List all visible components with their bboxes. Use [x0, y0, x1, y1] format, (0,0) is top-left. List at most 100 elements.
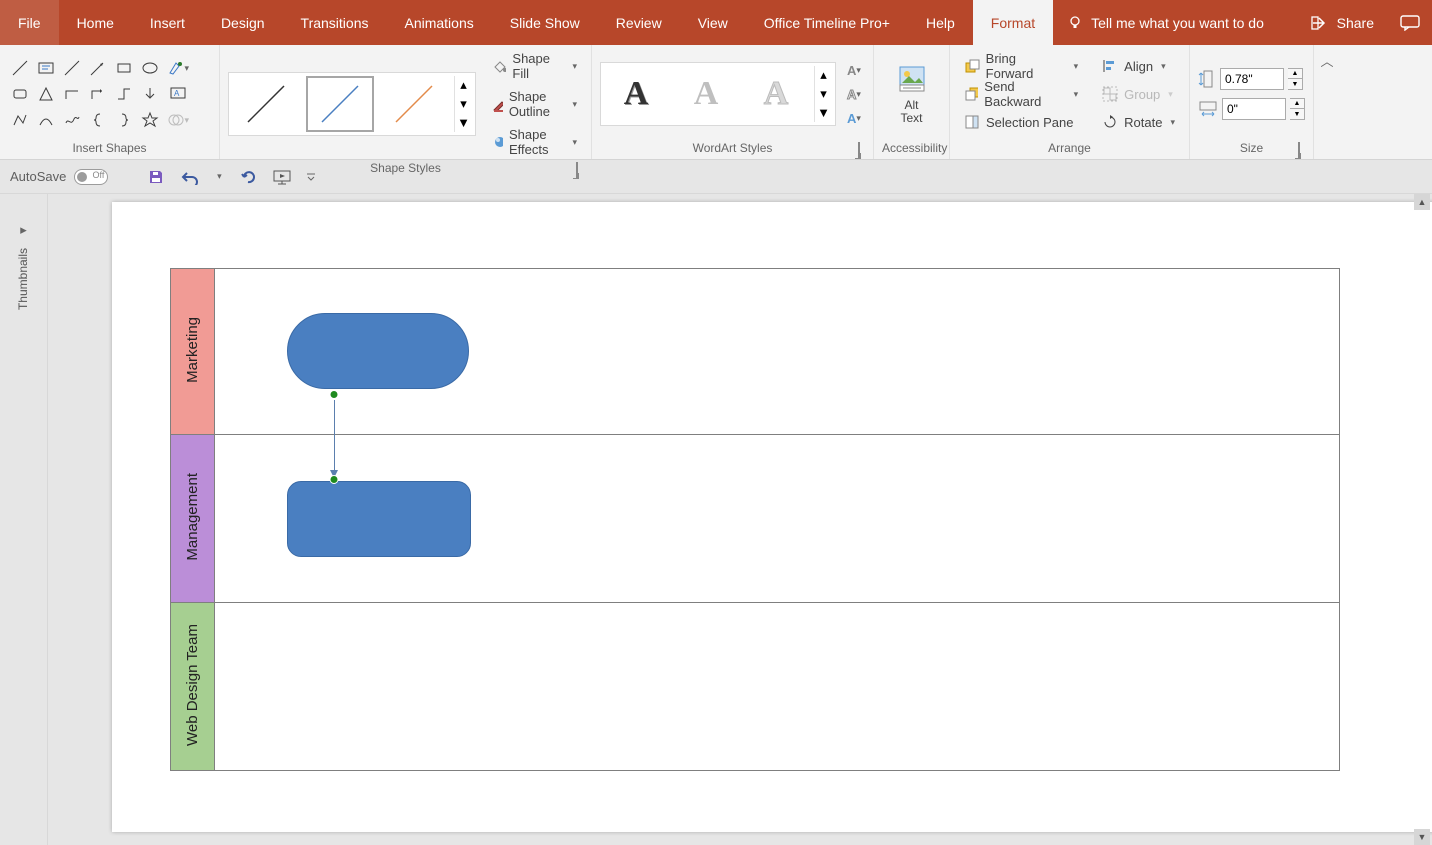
swimlane-row-webdesign[interactable]: Web Design Team [171, 603, 1340, 771]
tab-help[interactable]: Help [908, 0, 973, 45]
gallery-scroll-up-icon[interactable]: ▴ [455, 76, 472, 95]
tab-office-timeline[interactable]: Office Timeline Pro+ [746, 0, 908, 45]
wordart-expand-icon[interactable]: ▼ [815, 103, 832, 122]
shape-textbox-icon[interactable] [34, 56, 58, 80]
shape-gallery[interactable] [8, 56, 162, 132]
tab-view[interactable]: View [680, 0, 746, 45]
shape-elbow-arrow-icon[interactable] [86, 82, 110, 106]
wordart-thumb-3[interactable]: A [744, 66, 808, 122]
shape-rect-icon[interactable] [112, 56, 136, 80]
thumbnails-pane[interactable]: ▸ Thumbnails [0, 194, 48, 845]
shape-style-thumb-3[interactable] [380, 76, 448, 132]
ribbon-collapse-button[interactable]: ︿ [1314, 45, 1340, 159]
wordart-scroll-up-icon[interactable]: ▴ [815, 66, 832, 85]
shape-line-icon[interactable] [8, 56, 32, 80]
merge-shapes-dropdown[interactable]: ▾ [166, 108, 190, 132]
height-spin-up[interactable]: ▲ [1288, 69, 1302, 79]
shape-styles-launcher[interactable] [571, 163, 583, 175]
bring-forward-dropdown[interactable]: Bring Forward▾ [958, 53, 1084, 79]
draw-textbox-button[interactable]: A [166, 82, 190, 106]
shape-elbow-icon[interactable] [60, 82, 84, 106]
connector-selected[interactable] [333, 390, 335, 484]
wordart-scroll-down-icon[interactable]: ▾ [815, 85, 832, 104]
shape-brace-right-icon[interactable] [112, 108, 136, 132]
wordart-styles-launcher[interactable] [853, 143, 865, 155]
tab-slideshow[interactable]: Slide Show [492, 0, 598, 45]
width-spinner[interactable]: ▲▼ [1290, 98, 1305, 120]
share-button[interactable]: Share [1297, 0, 1388, 45]
scroll-up-button[interactable]: ▲ [1414, 194, 1430, 210]
tab-transitions[interactable]: Transitions [283, 0, 387, 45]
rounded-rect-shape-1[interactable] [287, 313, 469, 389]
alt-text-button[interactable]: Alt Text [884, 63, 940, 125]
tab-file[interactable]: File [0, 0, 59, 45]
swimlane-row-marketing[interactable]: Marketing [171, 269, 1340, 435]
tab-insert[interactable]: Insert [132, 0, 203, 45]
shape-width-input[interactable] [1222, 98, 1286, 120]
swimlane-header-management[interactable]: Management [171, 435, 215, 603]
tab-review[interactable]: Review [598, 0, 680, 45]
swimlane-table[interactable]: Marketing Management Web Design Team [170, 268, 1340, 771]
group-objects-dropdown[interactable]: Group▾ [1096, 81, 1181, 107]
text-fill-dropdown[interactable]: A▾ [844, 60, 864, 80]
height-spinner[interactable]: ▲▼ [1288, 68, 1303, 90]
height-spin-down[interactable]: ▼ [1288, 79, 1302, 89]
text-outline-dropdown[interactable]: A▾ [844, 84, 864, 104]
align-dropdown[interactable]: Align▾ [1096, 53, 1181, 79]
shape-style-thumb-2[interactable] [306, 76, 374, 132]
shape-height-input[interactable] [1220, 68, 1284, 90]
width-spin-down[interactable]: ▼ [1290, 109, 1304, 119]
shape-style-gallery[interactable]: ▴ ▾ ▼ [228, 72, 476, 136]
save-button[interactable] [144, 165, 168, 189]
shape-style-thumb-1[interactable] [232, 76, 300, 132]
shape-roundrect-icon[interactable] [8, 82, 32, 106]
vertical-scrollbar[interactable]: ▲ ▼ [1414, 194, 1430, 845]
shape-connector-icon[interactable] [112, 82, 136, 106]
thumbnails-expand-icon[interactable]: ▸ [20, 222, 27, 238]
text-effects-dropdown[interactable]: A▾ [844, 108, 864, 128]
swimlane-body-management[interactable] [215, 435, 1340, 603]
tell-me-search[interactable]: Tell me what you want to do [1053, 0, 1278, 45]
autosave-switch[interactable]: Off [74, 169, 108, 185]
wordart-gallery[interactable]: A A A ▴ ▾ ▼ [600, 62, 836, 126]
swimlane-body-marketing[interactable] [215, 269, 1340, 435]
shape-brace-left-icon[interactable] [86, 108, 110, 132]
tab-format[interactable]: Format [973, 0, 1053, 45]
rounded-rect-shape-2[interactable] [287, 481, 471, 557]
swimlane-header-webdesign[interactable]: Web Design Team [171, 603, 215, 771]
shape-fill-dropdown[interactable]: Shape Fill▾ [486, 49, 583, 83]
shape-oval-icon[interactable] [138, 56, 162, 80]
selection-pane-button[interactable]: Selection Pane [958, 109, 1084, 135]
undo-button[interactable] [178, 165, 202, 189]
shape-outline-dropdown[interactable]: Shape Outline▾ [486, 87, 583, 121]
shape-scribble-icon[interactable] [60, 108, 84, 132]
swimlane-row-management[interactable]: Management [171, 435, 1340, 603]
rotate-dropdown[interactable]: Rotate▾ [1096, 109, 1181, 135]
swimlane-body-webdesign[interactable] [215, 603, 1340, 771]
slide-canvas-area[interactable]: Marketing Management Web Design Team [48, 194, 1432, 845]
shape-triangle-icon[interactable] [34, 82, 58, 106]
shape-effects-dropdown[interactable]: Shape Effects▾ [486, 125, 583, 159]
send-backward-dropdown[interactable]: Send Backward▾ [958, 81, 1084, 107]
slide[interactable]: Marketing Management Web Design Team [112, 202, 1432, 832]
shape-curve-icon[interactable] [34, 108, 58, 132]
shape-line2-icon[interactable] [60, 56, 84, 80]
shape-star-icon[interactable] [138, 108, 162, 132]
edit-shape-dropdown[interactable]: ▾ [166, 56, 190, 80]
tab-animations[interactable]: Animations [386, 0, 491, 45]
shape-arrow-down-icon[interactable] [138, 82, 162, 106]
size-launcher[interactable] [1293, 143, 1305, 155]
wordart-gallery-more[interactable]: ▴ ▾ ▼ [814, 66, 832, 122]
shape-freeform-icon[interactable] [8, 108, 32, 132]
autosave-toggle[interactable]: AutoSave Off [10, 169, 108, 185]
connector-handle-start[interactable] [330, 390, 339, 399]
connector-handle-end[interactable] [330, 475, 339, 484]
comments-button[interactable] [1388, 0, 1432, 45]
scroll-down-button[interactable]: ▼ [1414, 829, 1430, 845]
gallery-scroll-down-icon[interactable]: ▾ [455, 95, 472, 114]
swimlane-header-marketing[interactable]: Marketing [171, 269, 215, 435]
shape-arrow-line-icon[interactable] [86, 56, 110, 80]
width-spin-up[interactable]: ▲ [1290, 99, 1304, 109]
tab-home[interactable]: Home [59, 0, 132, 45]
tab-design[interactable]: Design [203, 0, 283, 45]
